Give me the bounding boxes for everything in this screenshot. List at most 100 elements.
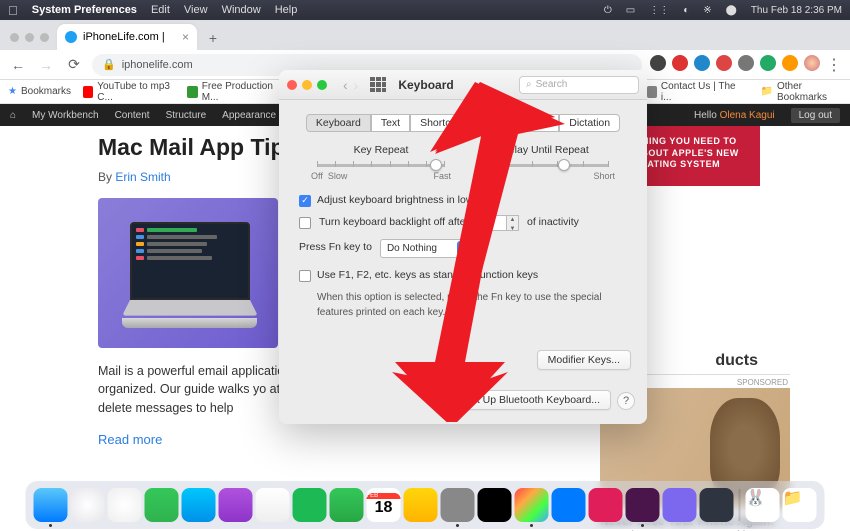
bookmark-item[interactable]: Free Production M...: [187, 81, 279, 103]
checkbox-icon: ✓: [299, 195, 311, 207]
adjust-brightness-checkbox[interactable]: ✓ Adjust keyboard brightness in low ligh…: [299, 193, 627, 209]
extension-icon[interactable]: [672, 55, 688, 71]
extension-icon[interactable]: [650, 55, 666, 71]
close-icon[interactable]: [287, 80, 297, 90]
reload-button[interactable]: ⟳: [64, 56, 84, 73]
macos-dock: FEB 18 🐰 📁: [26, 481, 825, 529]
bluetooth-keyboard-button[interactable]: Set Up Bluetooth Keyboard...: [453, 390, 611, 410]
browser-tab[interactable]: iPhoneLife.com | ×: [57, 24, 197, 50]
system-prefs-icon[interactable]: [441, 488, 475, 522]
close-tab-icon[interactable]: ×: [182, 30, 189, 44]
tab-keyboard[interactable]: Keyboard: [306, 114, 371, 132]
tab-shortcuts[interactable]: Shortcuts: [410, 114, 474, 132]
status-icon[interactable]: ⬤: [726, 5, 737, 16]
mail-icon[interactable]: [182, 488, 216, 522]
fn-key-select[interactable]: Do Nothing ⇅: [380, 239, 473, 258]
checkbox-icon: [299, 270, 311, 282]
app-icon[interactable]: [663, 488, 697, 522]
fkeys-note: When this option is selected, press the …: [317, 290, 627, 320]
bookmark-item[interactable]: Contact Us | The i...: [647, 81, 737, 103]
admin-link[interactable]: My Workbench: [32, 110, 99, 121]
notes-icon[interactable]: [404, 488, 438, 522]
app-icon[interactable]: [700, 488, 734, 522]
bookmark-item[interactable]: YouTube to mp3 C...: [83, 81, 175, 103]
admin-link[interactable]: Structure: [166, 110, 207, 121]
spotify-icon[interactable]: [293, 488, 327, 522]
finder-icon[interactable]: [34, 488, 68, 522]
tab-input-sources[interactable]: Input Sources: [474, 114, 559, 132]
menubar-clock[interactable]: Thu Feb 18 2:36 PM: [751, 5, 842, 16]
article-hero-image: [98, 198, 278, 348]
zoho-icon[interactable]: [589, 488, 623, 522]
menu-window[interactable]: Window: [222, 4, 261, 16]
extension-icon[interactable]: [782, 55, 798, 71]
zoom-icon[interactable]: [552, 488, 586, 522]
admin-link[interactable]: Appearance: [222, 110, 276, 121]
safari-icon[interactable]: [71, 488, 105, 522]
slider-knob[interactable]: [430, 159, 442, 171]
back-button[interactable]: ‹: [343, 77, 348, 93]
wifi-icon[interactable]: ⋮⋮: [649, 5, 669, 16]
stepper-icon[interactable]: ▲▼: [507, 215, 519, 231]
fn-key-label: Press Fn key to: [299, 240, 372, 256]
menu-view[interactable]: View: [184, 4, 208, 16]
bookmarks-menu[interactable]: ★Bookmarks: [8, 86, 71, 97]
author-link[interactable]: Erin Smith: [115, 170, 170, 184]
slack-icon[interactable]: [626, 488, 660, 522]
slider-track[interactable]: [317, 164, 445, 167]
extension-icon[interactable]: [738, 55, 754, 71]
modifier-keys-button[interactable]: Modifier Keys...: [537, 350, 631, 370]
messages-icon[interactable]: [145, 488, 179, 522]
chrome-tabstrip: iPhoneLife.com | × +: [0, 20, 850, 50]
slider-knob[interactable]: [558, 159, 570, 171]
standard-fkeys-checkbox[interactable]: Use F1, F2, etc. keys as standard functi…: [299, 268, 627, 284]
window-controls[interactable]: [287, 80, 327, 90]
read-more-link[interactable]: Read more: [98, 432, 578, 447]
tab-dictation[interactable]: Dictation: [559, 114, 620, 132]
admin-link[interactable]: Content: [115, 110, 150, 121]
back-button[interactable]: ←: [8, 57, 28, 73]
chrome-menu-icon[interactable]: ⋮: [826, 55, 842, 75]
menu-edit[interactable]: Edit: [151, 4, 170, 16]
folder-icon[interactable]: 📁: [783, 488, 817, 522]
prefs-title: Keyboard: [398, 78, 453, 92]
profile-avatar[interactable]: [804, 55, 820, 71]
delay-repeat-slider: Delay Until Repeat LongShort: [475, 144, 615, 181]
other-bookmarks[interactable]: 📁 Other Bookmarks: [761, 81, 843, 103]
facetime-icon[interactable]: [330, 488, 364, 522]
prefs-search[interactable]: ⌕ Search: [519, 76, 639, 94]
chrome-icon[interactable]: [515, 488, 549, 522]
logout-button[interactable]: Log out: [791, 108, 840, 123]
chevron-updown-icon: ⇅: [457, 241, 471, 255]
new-tab-button[interactable]: +: [201, 30, 225, 46]
slider-track[interactable]: [481, 164, 609, 167]
minimize-icon[interactable]: [302, 80, 312, 90]
status-icon[interactable]: ⏻: [604, 5, 612, 16]
status-icon[interactable]: ※: [703, 5, 711, 16]
extension-icon[interactable]: [694, 55, 710, 71]
dock-separator: [739, 489, 741, 521]
maps-icon[interactable]: [256, 488, 290, 522]
terminal-icon[interactable]: [478, 488, 512, 522]
tab-text[interactable]: Text: [371, 114, 410, 132]
show-all-icon[interactable]: [370, 77, 386, 93]
search-icon: ⌕: [526, 79, 532, 90]
window-controls[interactable]: [10, 33, 49, 42]
backlight-seconds-input[interactable]: 5: [477, 215, 507, 231]
extension-icon[interactable]: [760, 55, 776, 71]
macos-menubar:  System Preferences Edit View Window He…: [0, 0, 850, 20]
status-icon[interactable]: ◐: [683, 5, 689, 16]
app-name[interactable]: System Preferences: [32, 4, 137, 16]
zoom-icon[interactable]: [317, 80, 327, 90]
extension-icon[interactable]: [716, 55, 732, 71]
menu-help[interactable]: Help: [275, 4, 298, 16]
battery-icon[interactable]: ▭: [626, 5, 635, 16]
backlight-off-checkbox[interactable]: Turn keyboard backlight off after 5 ▲▼ o…: [299, 215, 627, 231]
calendar-icon[interactable]: FEB 18: [367, 488, 401, 522]
apple-menu-icon[interactable]: : [8, 3, 18, 18]
photos-icon[interactable]: [108, 488, 142, 522]
podcasts-icon[interactable]: [219, 488, 253, 522]
hello-text: Hello Olena Kagui: [694, 110, 775, 121]
trash-icon[interactable]: 🐰: [746, 488, 780, 522]
help-icon[interactable]: ?: [617, 392, 635, 410]
